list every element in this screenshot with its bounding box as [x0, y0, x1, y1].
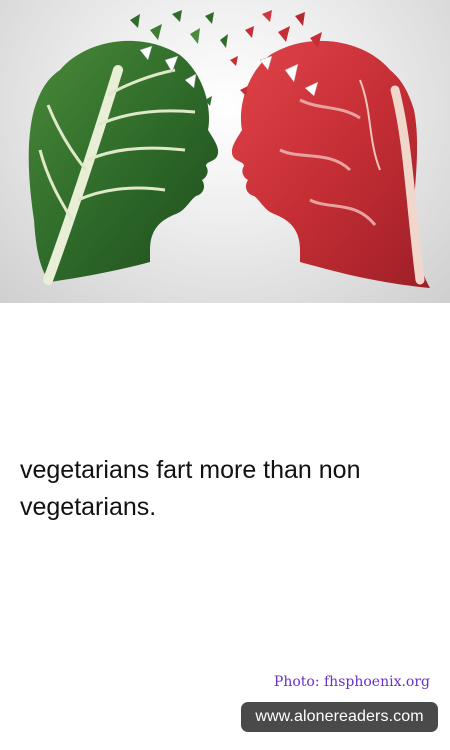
meat-head: [231, 40, 430, 289]
site-badge[interactable]: www.alonereaders.com: [241, 702, 438, 732]
leaf-head: [28, 40, 219, 285]
fact-text: vegetarians fart more than non vegetaria…: [20, 456, 361, 521]
hero-image: [0, 0, 450, 303]
leaf-and-meat-heads-illustration: [28, 10, 430, 289]
photo-credit[interactable]: Photo: fhsphoenix.org: [274, 674, 430, 690]
site-badge-label: www.alonereaders.com: [255, 708, 424, 725]
